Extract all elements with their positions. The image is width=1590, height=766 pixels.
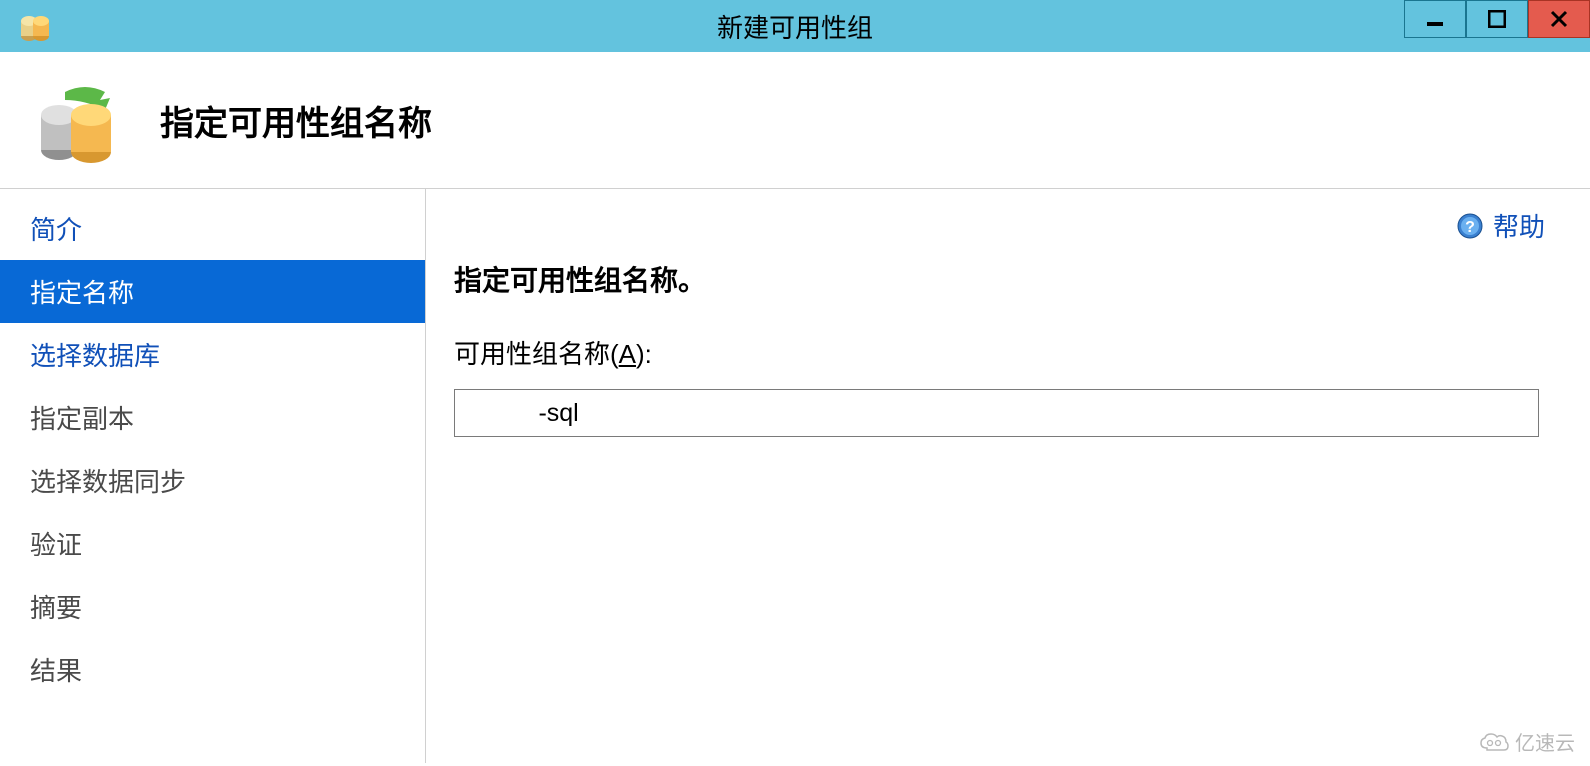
sidebar-item-specify-name[interactable]: 指定名称 xyxy=(0,260,425,323)
sidebar-item-specify-replica[interactable]: 指定副本 xyxy=(0,386,425,449)
minimize-button[interactable] xyxy=(1404,0,1466,38)
wizard-body: 简介 指定名称 选择数据库 指定副本 选择数据同步 验证 摘要 结果 xyxy=(0,189,1590,763)
sidebar-item-result[interactable]: 结果 xyxy=(0,638,425,701)
window-title: 新建可用性组 xyxy=(717,8,873,45)
sidebar-item-label: 指定名称 xyxy=(30,278,134,308)
wizard-header-icon xyxy=(35,80,115,160)
wizard-steps-sidebar: 简介 指定名称 选择数据库 指定副本 选择数据同步 验证 摘要 结果 xyxy=(0,189,426,763)
input-wrapper xyxy=(454,389,1562,437)
help-icon: ? xyxy=(1457,213,1483,239)
help-link[interactable]: ? 帮助 xyxy=(1457,207,1545,244)
sidebar-item-label: 摘要 xyxy=(30,593,82,623)
sidebar-item-validate[interactable]: 验证 xyxy=(0,512,425,575)
svg-text:?: ? xyxy=(1465,219,1475,236)
window-controls xyxy=(1404,0,1590,38)
sidebar-item-label: 选择数据同步 xyxy=(30,467,186,497)
sidebar-item-intro[interactable]: 简介 xyxy=(0,197,425,260)
page-header: 指定可用性组名称 xyxy=(0,52,1590,189)
help-link-label: 帮助 xyxy=(1493,207,1545,244)
sidebar-item-label: 选择数据库 xyxy=(30,341,160,371)
sidebar-item-select-sync[interactable]: 选择数据同步 xyxy=(0,449,425,512)
availability-group-name-label: 可用性组名称(A): xyxy=(454,334,1562,371)
app-icon xyxy=(18,9,52,43)
availability-group-name-input[interactable] xyxy=(454,389,1539,437)
titlebar: 新建可用性组 xyxy=(0,0,1590,52)
watermark-text: 亿速云 xyxy=(1515,727,1575,756)
watermark: 亿速云 xyxy=(1479,727,1575,756)
sidebar-item-label: 结果 xyxy=(30,656,82,686)
close-button[interactable] xyxy=(1528,0,1590,38)
content-heading: 指定可用性组名称。 xyxy=(454,259,1562,299)
sidebar-item-label: 指定副本 xyxy=(30,404,134,434)
sidebar-item-select-database[interactable]: 选择数据库 xyxy=(0,323,425,386)
sidebar-item-label: 验证 xyxy=(30,530,82,560)
wizard-content: ? 帮助 指定可用性组名称。 可用性组名称(A): xyxy=(426,189,1590,763)
watermark-icon xyxy=(1479,732,1509,752)
sidebar-item-summary[interactable]: 摘要 xyxy=(0,575,425,638)
sidebar-item-label: 简介 xyxy=(30,215,82,245)
page-title: 指定可用性组名称 xyxy=(160,96,432,145)
maximize-button[interactable] xyxy=(1466,0,1528,38)
